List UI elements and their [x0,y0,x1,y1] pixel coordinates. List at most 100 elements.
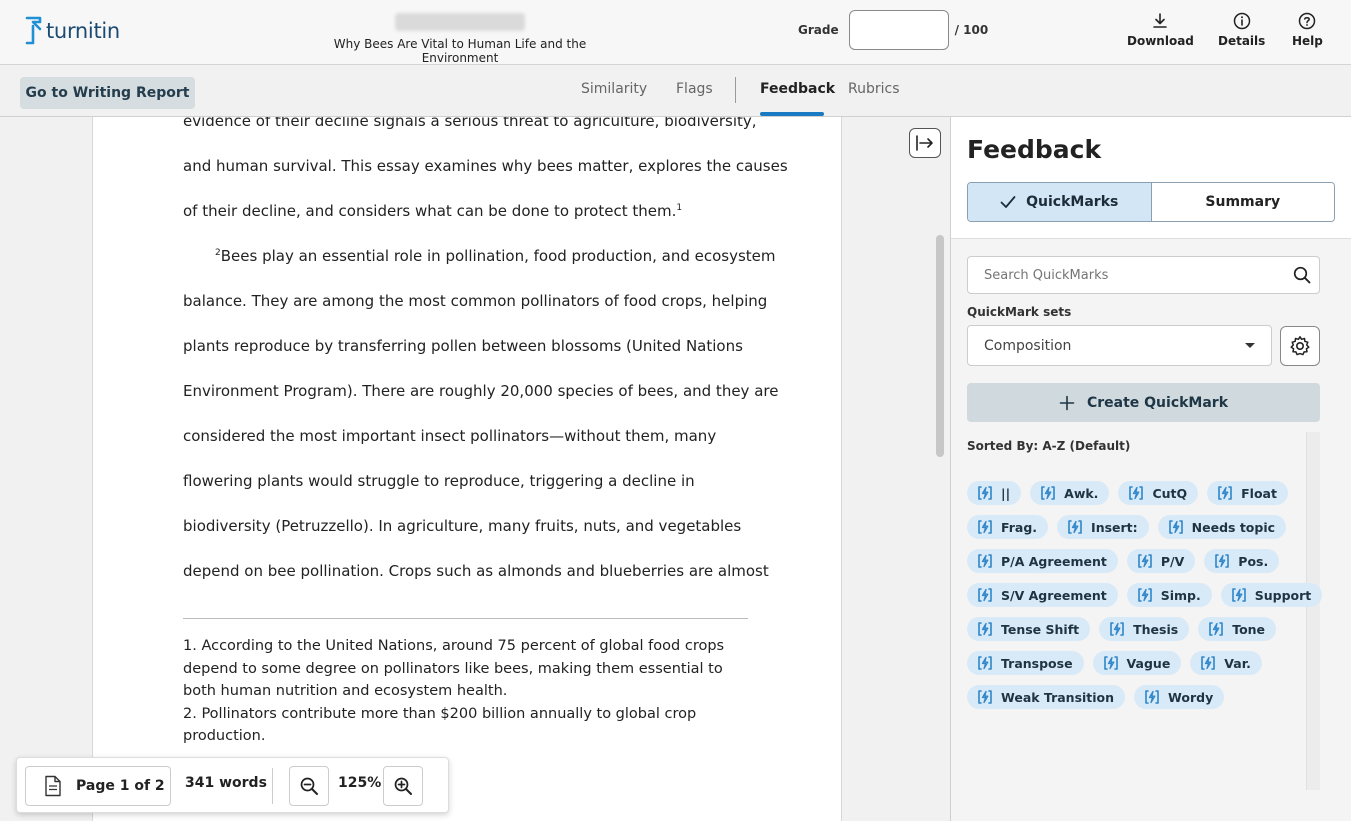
quickmark-icon [978,486,992,500]
document-line: flowering plants would struggle to repro… [183,472,695,490]
tab-divider [735,77,736,103]
document-line: Environment Program). There are roughly … [183,382,779,400]
quickmark-chip[interactable]: Vague [1092,651,1182,675]
quickmark-icon [1201,656,1216,670]
document-scrollbar[interactable] [936,235,946,575]
turnitin-logo[interactable]: turnitin [24,16,120,46]
quickmark-chip[interactable]: CutQ [1118,481,1199,505]
summary-tab[interactable]: Summary [1151,183,1334,221]
quickmark-settings-button[interactable] [1280,326,1320,366]
quickmark-chip[interactable]: Weak Transition [967,685,1126,709]
toolbar-divider [272,768,273,804]
quickmark-chip[interactable]: P/V [1126,549,1196,573]
quickmark-chip-label: Insert: [1091,519,1138,535]
quickmark-chip-label: Support [1254,587,1312,603]
quickmark-chip[interactable]: S/V Agreement [967,583,1118,607]
grade-field-group: Grade / 100 [798,10,988,50]
quickmarks-scrollbar[interactable] [1306,432,1320,790]
quickmark-chip-label: Awk. [1064,485,1099,501]
document-icon [45,775,61,797]
zoom-in-button[interactable] [383,766,423,806]
active-tab-indicator [760,112,824,116]
zoom-out-icon [300,777,318,795]
feedback-title: Feedback [967,135,1102,164]
checkmark-icon [1000,196,1016,208]
document-scrollbar-thumb[interactable] [936,235,944,457]
quickmark-chip[interactable]: Support [1220,583,1323,607]
document-line: biodiversity (Petruzzello). In agricultu… [183,517,742,535]
page-indicator-label: Page 1 of 2 [76,778,165,794]
zoom-level: 125% [338,775,382,791]
quickmark-chip-label: Float [1241,485,1277,501]
quickmark-sets-select[interactable]: Composition [967,325,1272,366]
quickmark-icon [1068,520,1082,534]
footnote-2: 2. Pollinators contribute more than $200… [183,705,697,745]
document-page[interactable]: evidence of their decline signals a seri… [92,117,842,821]
quickmark-chip-label: P/V [1160,553,1185,569]
create-quickmark-button[interactable]: Create QuickMark [967,383,1320,422]
quickmark-chip[interactable]: P/A Agreement [967,549,1118,573]
quickmark-chip[interactable]: || [967,481,1022,505]
help-button[interactable]: Help [1292,12,1323,48]
report-navigation-bar: Go to Writing Report Similarity Flags Fe… [0,65,1351,117]
tab-similarity[interactable]: Similarity [581,81,647,97]
grade-label: Grade [798,23,839,37]
sort-label: Sorted By: A-Z (Default) [967,439,1131,453]
quickmark-chip[interactable]: Tense Shift [967,617,1091,641]
download-label: Download [1127,34,1194,48]
quickmark-icon [978,588,992,602]
tab-rubrics[interactable]: Rubrics [848,81,900,97]
go-to-writing-report-button[interactable]: Go to Writing Report [20,77,195,109]
quickmark-icon [1209,622,1224,636]
quickmark-icon [978,656,992,670]
footnote-divider [183,618,748,619]
quickmarks-search-input[interactable] [967,256,1320,294]
footnote-marker[interactable]: 1 [676,203,682,213]
quickmark-chip[interactable]: Awk. [1030,481,1110,505]
document-title-block: Why Bees Are Vital to Human Life and the… [300,13,620,65]
quickmark-chip[interactable]: Tone [1198,617,1277,641]
quickmark-icon [1110,622,1124,636]
quickmark-row: Frag. Insert: Needs topic [967,515,1307,539]
quickmark-row: Transpose Vague Var. [967,651,1307,675]
tab-flags[interactable]: Flags [676,81,713,97]
page-indicator[interactable]: Page 1 of 2 [25,766,171,806]
quickmark-chip[interactable]: Pos. [1204,549,1280,573]
quickmark-chip-label: Tense Shift [1001,621,1080,637]
quickmark-chip-label: Thesis [1133,621,1179,637]
download-icon [1153,13,1168,28]
quickmark-chip-label: Tone [1232,621,1266,637]
quickmark-chip[interactable]: Thesis [1099,617,1190,641]
tab-feedback[interactable]: Feedback [760,81,835,97]
document-viewer: evidence of their decline signals a seri… [0,117,950,821]
quickmark-row: Tense Shift Thesis Tone [967,617,1307,641]
collapse-panel-button[interactable] [909,128,941,158]
search-icon[interactable] [1293,266,1311,284]
quickmark-chip-label: CutQ [1152,485,1188,501]
quickmark-icon [1145,690,1159,704]
quickmark-chip-label: Needs topic [1191,519,1276,535]
feedback-panel-header: Feedback QuickMarks Summary [951,117,1351,239]
grade-input[interactable] [848,10,949,50]
quickmark-chip[interactable]: Float [1207,481,1288,505]
quickmark-chip[interactable]: Needs topic [1157,515,1287,539]
document-line: balance. They are among the most common … [183,292,768,310]
document-line: 2Bees play an essential role in pollinat… [215,247,776,265]
quickmark-chip-label: Vague [1126,655,1171,671]
quickmark-sets-value: Composition [984,337,1072,354]
zoom-out-button[interactable] [289,766,329,806]
quickmark-chip[interactable]: Frag. [967,515,1049,539]
quickmark-row: S/V Agreement Simp. Support [967,583,1323,607]
document-line: considered the most important insect pol… [183,427,717,445]
quickmark-chip[interactable]: Simp. [1126,583,1212,607]
details-button[interactable]: Details [1218,12,1265,48]
quickmark-chip[interactable]: Wordy [1134,685,1225,709]
quickmark-icon [978,554,992,568]
quickmark-chip[interactable]: Var. [1190,651,1262,675]
quickmark-chip-label: || [1001,485,1011,501]
quickmarks-tab[interactable]: QuickMarks [968,183,1152,221]
quickmark-chip[interactable]: Transpose [967,651,1084,675]
download-button[interactable]: Download [1127,12,1194,48]
quickmark-chip[interactable]: Insert: [1057,515,1149,539]
feedback-panel: Feedback QuickMarks Summary QuickMark se… [950,117,1351,821]
